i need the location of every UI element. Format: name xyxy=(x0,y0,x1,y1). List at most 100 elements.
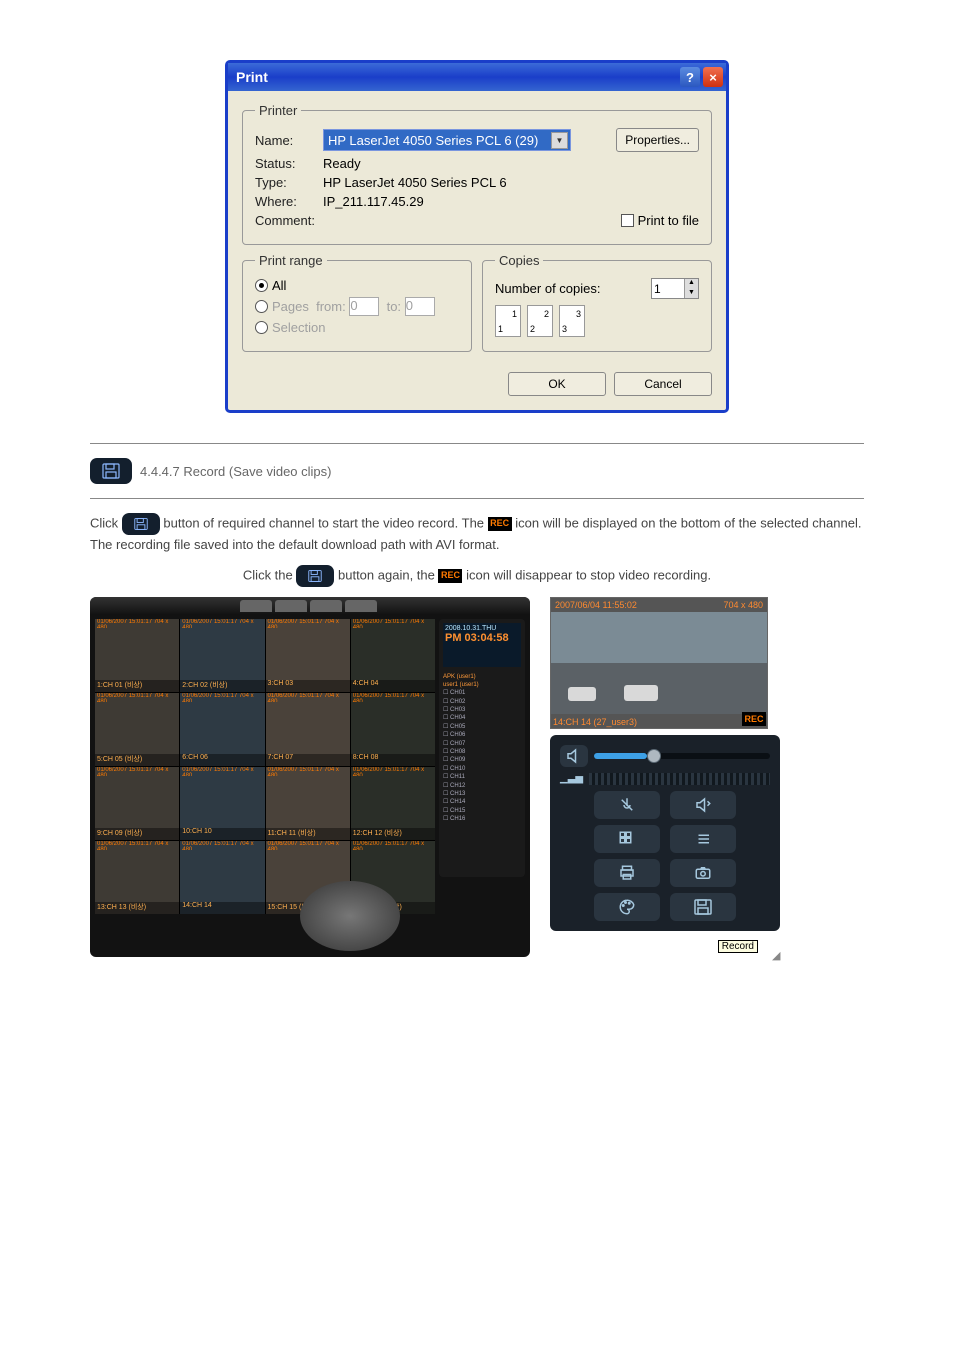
cell-label: 7:CH 07 xyxy=(266,754,350,766)
cell-label: 13:CH 13 (비상) xyxy=(95,902,179,914)
camera-cell[interactable]: 01/06/2007 15:01:17 704 x 480 4:CH 04 xyxy=(351,619,435,692)
cell-label: 3:CH 03 xyxy=(266,680,350,692)
camera-cell[interactable]: 01/06/2007 15:01:17 704 x 48012:CH 12 (비… xyxy=(351,767,435,840)
rec-indicator-icon: REC xyxy=(742,712,766,726)
print-button[interactable] xyxy=(594,859,660,887)
paragraph-1: Click button of required channel to star… xyxy=(90,513,864,555)
tree-channel[interactable]: ☐ CH01 xyxy=(443,689,521,697)
print-range-group: Print range All Pages from: 0 to: 0 Sele… xyxy=(242,253,472,352)
control-panel: ▁▃▅ xyxy=(550,735,780,931)
printer-legend: Printer xyxy=(255,103,301,118)
comment-label: Comment: xyxy=(255,213,323,228)
dvr-tab[interactable] xyxy=(240,600,272,612)
tree-channel[interactable]: ☐ CH02 xyxy=(443,698,521,706)
print-to-file-checkbox[interactable] xyxy=(621,214,634,227)
tree-channel[interactable]: ☐ CH03 xyxy=(443,706,521,714)
color-button[interactable] xyxy=(594,893,660,921)
camera-cell[interactable]: 01/06/2007 15:01:17 704 x 4801:CH 01 (비상… xyxy=(95,619,179,692)
close-icon[interactable]: × xyxy=(703,67,723,87)
cell-timestamp: 01/06/2007 15:01:17 704 x 480 xyxy=(266,841,350,850)
tree-channel[interactable]: ☐ CH16 xyxy=(443,815,521,823)
camera-cell[interactable]: 01/06/2007 15:01:17 704 x 4802:CH 02 (비상… xyxy=(180,619,264,692)
stepper-up-icon[interactable]: ▲ xyxy=(684,279,698,289)
radio-all[interactable] xyxy=(255,279,268,292)
tree-channel[interactable]: ☐ CH10 xyxy=(443,765,521,773)
range-legend: Print range xyxy=(255,253,327,268)
camera-cell[interactable]: 01/06/2007 15:01:17 704 x 480 13:CH 13 (비… xyxy=(95,841,179,914)
copies-legend: Copies xyxy=(495,253,543,268)
record-button-inline[interactable] xyxy=(296,565,334,587)
camera-cell[interactable]: 01/06/2007 15:01:17 704 x 4808:CH 08 xyxy=(351,693,435,766)
selection-label: Selection xyxy=(272,320,325,335)
mic-mute-button[interactable] xyxy=(594,791,660,819)
tree-channel[interactable]: ☐ CH12 xyxy=(443,782,521,790)
cell-timestamp: 01/06/2007 15:01:17 704 x 480 xyxy=(266,619,350,628)
layout-button[interactable] xyxy=(594,825,660,853)
printer-group: Printer Name: HP LaserJet 4050 Series PC… xyxy=(242,103,712,245)
tree-channel[interactable]: ☐ CH11 xyxy=(443,773,521,781)
cell-timestamp: 01/06/2007 15:01:17 704 x 480 xyxy=(95,693,179,702)
tree-channel[interactable]: ☐ CH07 xyxy=(443,740,521,748)
copies-stepper[interactable]: ▲▼ xyxy=(651,278,699,299)
ptz-joystick-icon[interactable] xyxy=(300,881,400,951)
single-channel-preview: 2007/06/04 11:55:02 704 x 480 14:CH 14 (… xyxy=(550,597,768,729)
tree-channel[interactable]: ☐ CH09 xyxy=(443,756,521,764)
dvr-tab[interactable] xyxy=(345,600,377,612)
camera-cell[interactable]: 01/06/2007 15:01:17 704 x 48014:CH 14 xyxy=(180,841,264,914)
cell-label: 4:CH 04 xyxy=(351,680,435,692)
properties-button[interactable]: Properties... xyxy=(616,128,699,152)
ok-button[interactable]: OK xyxy=(508,372,606,396)
record-button-inline[interactable] xyxy=(122,513,160,535)
cell-timestamp: 01/06/2007 15:01:17 704 x 480 xyxy=(351,767,435,776)
camera-cell[interactable]: 01/06/2007 15:01:17 704 x 48010:CH 10 xyxy=(180,767,264,840)
radio-pages[interactable] xyxy=(255,300,268,313)
tree-channel[interactable]: ☐ CH04 xyxy=(443,714,521,722)
tree-channel[interactable]: ☐ CH05 xyxy=(443,723,521,731)
status-label: Status: xyxy=(255,156,323,171)
camera-cell[interactable]: 01/06/2007 15:01:17 704 x 4806:CH 06 xyxy=(180,693,264,766)
print-to-file-label: Print to file xyxy=(638,213,699,228)
dvr-tab[interactable] xyxy=(275,600,307,612)
paragraph-2: Click the button again, the REC icon wil… xyxy=(90,565,864,587)
all-label: All xyxy=(272,278,286,293)
record-button[interactable] xyxy=(670,893,736,921)
snapshot-button[interactable] xyxy=(670,859,736,887)
tree-channel[interactable]: ☐ CH13 xyxy=(443,790,521,798)
tree-channel[interactable]: ☐ CH08 xyxy=(443,748,521,756)
collate-preview xyxy=(495,305,699,337)
cell-timestamp: 01/06/2007 15:01:17 704 x 480 xyxy=(95,841,179,850)
copies-input[interactable] xyxy=(652,279,684,298)
tree-channel[interactable]: ☐ CH15 xyxy=(443,807,521,815)
name-label: Name: xyxy=(255,133,323,148)
camera-grid: 01/06/2007 15:01:17 704 x 4801:CH 01 (비상… xyxy=(95,619,435,914)
tree-channel[interactable]: ☐ CH14 xyxy=(443,798,521,806)
camera-cell[interactable]: 01/06/2007 15:01:17 704 x 4805:CH 05 (비상… xyxy=(95,693,179,766)
radio-selection[interactable] xyxy=(255,321,268,334)
from-input[interactable]: 0 xyxy=(349,297,379,316)
tree-channel[interactable]: ☐ CH06 xyxy=(443,731,521,739)
volume-slider[interactable] xyxy=(594,753,770,759)
stepper-down-icon[interactable]: ▼ xyxy=(684,289,698,299)
collate-page-icon xyxy=(495,305,521,337)
dvr-tab-bar xyxy=(90,597,530,615)
to-input[interactable]: 0 xyxy=(405,297,435,316)
cell-label: 10:CH 10 xyxy=(180,828,264,840)
printer-select[interactable]: HP LaserJet 4050 Series PCL 6 (29) ▼ xyxy=(323,129,571,151)
list-button[interactable] xyxy=(670,825,736,853)
help-icon[interactable]: ? xyxy=(680,67,700,87)
dvr-side-panel: 2008.10.31.THU PM 03:04:58 APK (user1) u… xyxy=(439,619,525,877)
camera-cell[interactable]: 01/06/2007 15:01:17 704 x 480 3:CH 03 xyxy=(266,619,350,692)
camera-cell[interactable]: 01/06/2007 15:01:17 704 x 4807:CH 07 xyxy=(266,693,350,766)
cell-timestamp: 01/06/2007 15:01:17 704 x 480 xyxy=(351,619,435,628)
camera-cell[interactable]: 01/06/2007 15:01:17 704 x 48011:CH 11 (비… xyxy=(266,767,350,840)
speaker-cycle-button[interactable] xyxy=(670,791,736,819)
chevron-down-icon[interactable]: ▼ xyxy=(551,132,568,149)
camera-cell[interactable]: 01/06/2007 15:01:17 704 x 4809:CH 09 (비상… xyxy=(95,767,179,840)
dvr-tab[interactable] xyxy=(310,600,342,612)
divider xyxy=(90,443,864,444)
speaker-icon[interactable] xyxy=(560,745,588,767)
cancel-button[interactable]: Cancel xyxy=(614,372,712,396)
resize-grip-icon[interactable]: ◢ xyxy=(772,949,788,965)
cell-timestamp: 01/06/2007 15:01:17 704 x 480 xyxy=(95,767,179,776)
cell-label: 14:CH 14 xyxy=(180,902,264,914)
